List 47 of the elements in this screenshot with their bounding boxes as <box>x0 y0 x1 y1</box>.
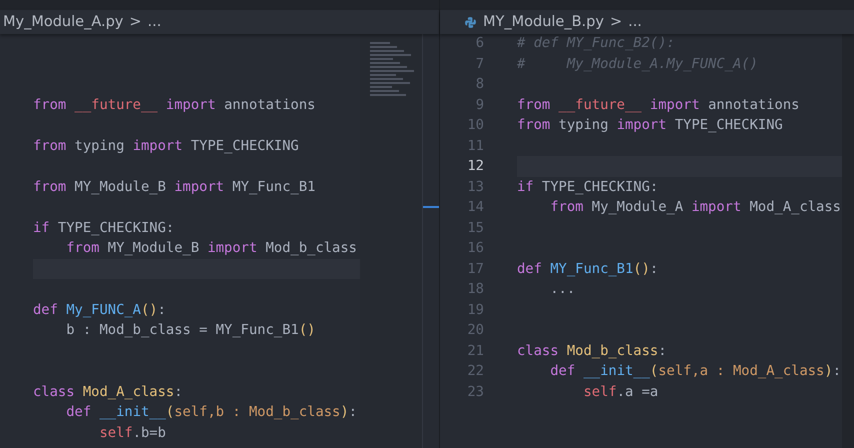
code-line: from My_Module_A import Mod_A_class <box>549 198 842 217</box>
code-line: from MY_Module_B import Mod_b_class <box>65 239 358 258</box>
code-line: from typing import TYPE_CHECKING <box>33 136 300 156</box>
scrollbar[interactable] <box>842 34 854 448</box>
line-number: 10 <box>466 116 484 135</box>
code-line: # My_Module_A.My_FUNC_A() <box>517 54 759 74</box>
code-line: class Mod_A_class: <box>33 382 184 402</box>
breadcrumb-file[interactable]: My_Module_A.py <box>3 14 124 30</box>
line-number: 16 <box>466 239 484 258</box>
line-number: 22 <box>466 362 484 381</box>
code-line: from MY_Module_B import MY_Func_B1 <box>33 178 316 196</box>
line-number: 9 <box>474 96 484 114</box>
breadcrumb-more[interactable]: ... <box>148 14 162 30</box>
code-line: def My_FUNC_A(): <box>33 300 167 320</box>
code-line: if TYPE_CHECKING: <box>33 218 176 238</box>
code-line: def __init__(self,a : Mod_A_class): <box>549 362 842 381</box>
code-line: from typing import TYPE_CHECKING <box>517 116 784 135</box>
code-line: class Mod_b_class: <box>517 342 668 360</box>
breadcrumb-separator: > <box>610 14 622 30</box>
breadcrumb-separator: > <box>129 14 142 30</box>
line-number: 13 <box>466 178 484 196</box>
line-number: 14 <box>466 198 484 217</box>
line-number: 18 <box>466 280 484 299</box>
line-number: 20 <box>466 321 484 340</box>
line-number: 11 <box>466 136 484 156</box>
code-line: from __future__ import annotations <box>33 96 316 114</box>
code-line: from __future__ import annotations <box>517 96 800 114</box>
line-number: 6 <box>474 34 484 53</box>
code-line: # def MY_Func_B2(): <box>517 34 676 53</box>
line-number: 17 <box>466 260 484 278</box>
line-number: 7 <box>474 54 484 74</box>
code-line: def __init__(self,b : Mod_b_class): <box>65 403 358 422</box>
scrollbar[interactable] <box>422 34 439 448</box>
line-number: 19 <box>466 300 484 320</box>
breadcrumb-more[interactable]: ... <box>628 14 642 30</box>
code-line: b : Mod_b_class = MY_Func_B1() <box>65 321 316 340</box>
code-line: self.b=b <box>98 424 167 442</box>
code-line: ... <box>549 280 576 299</box>
line-number: 23 <box>466 382 484 402</box>
code-line: if TYPE_CHECKING: <box>517 178 660 196</box>
breadcrumb-file[interactable]: MY_Module_B.py <box>483 14 604 30</box>
code-line: self.a =a <box>582 382 660 402</box>
line-number: 21 <box>466 342 484 360</box>
code-line: def MY_Func_B1(): <box>517 260 660 278</box>
line-number: 12 <box>466 157 484 176</box>
line-number: 8 <box>474 75 484 94</box>
line-number: 15 <box>466 218 484 238</box>
